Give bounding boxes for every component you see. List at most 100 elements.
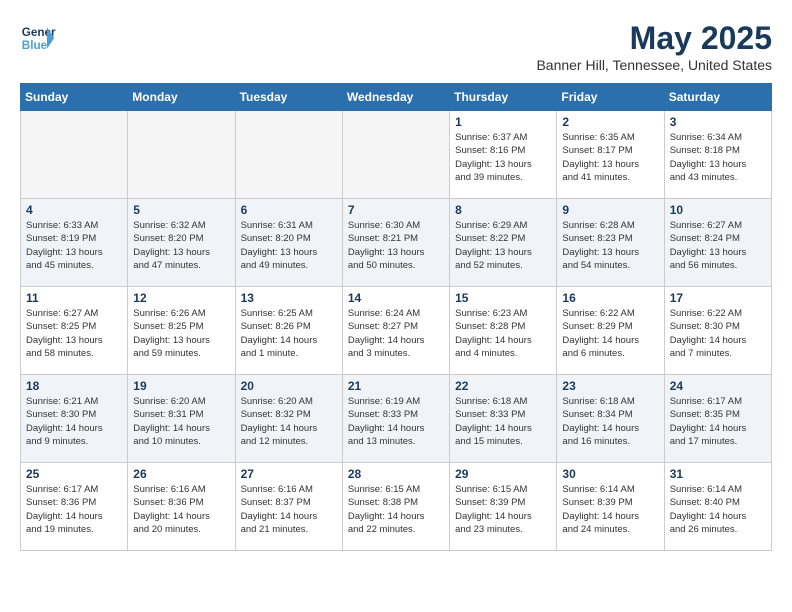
calendar-cell: 12 Sunrise: 6:26 AM Sunset: 8:25 PM Dayli… — [128, 287, 235, 375]
calendar-cell: 15 Sunrise: 6:23 AM Sunset: 8:28 PM Dayli… — [450, 287, 557, 375]
calendar-cell: 11Sunrise: 6:27 AM Sunset: 8:25 PM Dayli… — [21, 287, 128, 375]
day-number: 25 — [26, 467, 122, 481]
calendar-cell: 24 Sunrise: 6:17 AM Sunset: 8:35 PM Dayli… — [664, 375, 771, 463]
day-number: 8 — [455, 203, 551, 217]
day-number: 5 — [133, 203, 229, 217]
location-subtitle: Banner Hill, Tennessee, United States — [536, 57, 772, 73]
calendar-cell: 23 Sunrise: 6:18 AM Sunset: 8:34 PM Dayli… — [557, 375, 664, 463]
day-info: Sunrise: 6:23 AM Sunset: 8:28 PM Dayligh… — [455, 307, 551, 360]
calendar-cell: 2Sunrise: 6:35 AM Sunset: 8:17 PM Daylig… — [557, 111, 664, 199]
calendar-cell: 6 Sunrise: 6:31 AM Sunset: 8:20 PM Daylig… — [235, 199, 342, 287]
logo-icon: General Blue — [20, 20, 56, 56]
day-number: 10 — [670, 203, 766, 217]
calendar-cell: 31 Sunrise: 6:14 AM Sunset: 8:40 PM Dayli… — [664, 463, 771, 551]
day-info: Sunrise: 6:35 AM Sunset: 8:17 PM Dayligh… — [562, 131, 658, 184]
week-row-5: 25 Sunrise: 6:17 AM Sunset: 8:36 PM Dayli… — [21, 463, 772, 551]
week-row-1: 1 Sunrise: 6:37 AM Sunset: 8:16 PM Daylig… — [21, 111, 772, 199]
logo: General Blue — [20, 20, 56, 56]
day-info: Sunrise: 6:20 AM Sunset: 8:31 PM Dayligh… — [133, 395, 229, 448]
week-row-3: 11Sunrise: 6:27 AM Sunset: 8:25 PM Dayli… — [21, 287, 772, 375]
calendar-cell: 14 Sunrise: 6:24 AM Sunset: 8:27 PM Dayli… — [342, 287, 449, 375]
day-number: 12 — [133, 291, 229, 305]
weekday-wednesday: Wednesday — [342, 84, 449, 111]
day-info: Sunrise: 6:18 AM Sunset: 8:34 PM Dayligh… — [562, 395, 658, 448]
day-info: Sunrise: 6:22 AM Sunset: 8:29 PM Dayligh… — [562, 307, 658, 360]
calendar-cell — [128, 111, 235, 199]
day-number: 31 — [670, 467, 766, 481]
day-number: 6 — [241, 203, 337, 217]
day-number: 9 — [562, 203, 658, 217]
day-number: 29 — [455, 467, 551, 481]
day-number: 7 — [348, 203, 444, 217]
calendar-cell: 20Sunrise: 6:20 AM Sunset: 8:32 PM Dayli… — [235, 375, 342, 463]
month-title: May 2025 — [536, 20, 772, 57]
day-number: 23 — [562, 379, 658, 393]
day-info: Sunrise: 6:21 AM Sunset: 8:30 PM Dayligh… — [26, 395, 122, 448]
calendar-cell: 9 Sunrise: 6:28 AM Sunset: 8:23 PM Daylig… — [557, 199, 664, 287]
day-info: Sunrise: 6:19 AM Sunset: 8:33 PM Dayligh… — [348, 395, 444, 448]
calendar-cell: 13 Sunrise: 6:25 AM Sunset: 8:26 PM Dayli… — [235, 287, 342, 375]
weekday-header-row: SundayMondayTuesdayWednesdayThursdayFrid… — [21, 84, 772, 111]
calendar-cell: 29 Sunrise: 6:15 AM Sunset: 8:39 PM Dayli… — [450, 463, 557, 551]
svg-text:Blue: Blue — [22, 39, 48, 52]
calendar-cell: 27 Sunrise: 6:16 AM Sunset: 8:37 PM Dayli… — [235, 463, 342, 551]
calendar-cell: 18 Sunrise: 6:21 AM Sunset: 8:30 PM Dayli… — [21, 375, 128, 463]
day-info: Sunrise: 6:20 AM Sunset: 8:32 PM Dayligh… — [241, 395, 337, 448]
calendar-cell: 3Sunrise: 6:34 AM Sunset: 8:18 PM Daylig… — [664, 111, 771, 199]
day-info: Sunrise: 6:16 AM Sunset: 8:37 PM Dayligh… — [241, 483, 337, 536]
calendar-cell: 1 Sunrise: 6:37 AM Sunset: 8:16 PM Daylig… — [450, 111, 557, 199]
day-info: Sunrise: 6:24 AM Sunset: 8:27 PM Dayligh… — [348, 307, 444, 360]
day-info: Sunrise: 6:28 AM Sunset: 8:23 PM Dayligh… — [562, 219, 658, 272]
day-number: 14 — [348, 291, 444, 305]
day-info: Sunrise: 6:14 AM Sunset: 8:40 PM Dayligh… — [670, 483, 766, 536]
day-info: Sunrise: 6:17 AM Sunset: 8:36 PM Dayligh… — [26, 483, 122, 536]
calendar-cell: 19 Sunrise: 6:20 AM Sunset: 8:31 PM Dayli… — [128, 375, 235, 463]
day-info: Sunrise: 6:26 AM Sunset: 8:25 PM Dayligh… — [133, 307, 229, 360]
day-number: 4 — [26, 203, 122, 217]
day-info: Sunrise: 6:37 AM Sunset: 8:16 PM Dayligh… — [455, 131, 551, 184]
weekday-thursday: Thursday — [450, 84, 557, 111]
calendar-cell: 26 Sunrise: 6:16 AM Sunset: 8:36 PM Dayli… — [128, 463, 235, 551]
calendar-cell: 8 Sunrise: 6:29 AM Sunset: 8:22 PM Daylig… — [450, 199, 557, 287]
calendar-cell: 25 Sunrise: 6:17 AM Sunset: 8:36 PM Dayli… — [21, 463, 128, 551]
weekday-sunday: Sunday — [21, 84, 128, 111]
calendar-cell: 7 Sunrise: 6:30 AM Sunset: 8:21 PM Daylig… — [342, 199, 449, 287]
day-number: 27 — [241, 467, 337, 481]
day-info: Sunrise: 6:14 AM Sunset: 8:39 PM Dayligh… — [562, 483, 658, 536]
calendar-cell: 30 Sunrise: 6:14 AM Sunset: 8:39 PM Dayli… — [557, 463, 664, 551]
day-number: 18 — [26, 379, 122, 393]
calendar-body: 1 Sunrise: 6:37 AM Sunset: 8:16 PM Daylig… — [21, 111, 772, 551]
day-number: 3 — [670, 115, 766, 129]
calendar-cell — [235, 111, 342, 199]
week-row-4: 18 Sunrise: 6:21 AM Sunset: 8:30 PM Dayli… — [21, 375, 772, 463]
day-number: 19 — [133, 379, 229, 393]
day-info: Sunrise: 6:29 AM Sunset: 8:22 PM Dayligh… — [455, 219, 551, 272]
day-number: 26 — [133, 467, 229, 481]
day-number: 13 — [241, 291, 337, 305]
calendar-cell: 21Sunrise: 6:19 AM Sunset: 8:33 PM Dayli… — [342, 375, 449, 463]
calendar-cell: 17Sunrise: 6:22 AM Sunset: 8:30 PM Dayli… — [664, 287, 771, 375]
day-info: Sunrise: 6:30 AM Sunset: 8:21 PM Dayligh… — [348, 219, 444, 272]
weekday-friday: Friday — [557, 84, 664, 111]
day-info: Sunrise: 6:32 AM Sunset: 8:20 PM Dayligh… — [133, 219, 229, 272]
day-number: 28 — [348, 467, 444, 481]
day-number: 11 — [26, 291, 122, 305]
day-info: Sunrise: 6:25 AM Sunset: 8:26 PM Dayligh… — [241, 307, 337, 360]
page-header: General Blue May 2025 Banner Hill, Tenne… — [20, 20, 772, 73]
calendar-cell: 4Sunrise: 6:33 AM Sunset: 8:19 PM Daylig… — [21, 199, 128, 287]
day-info: Sunrise: 6:17 AM Sunset: 8:35 PM Dayligh… — [670, 395, 766, 448]
calendar-cell — [342, 111, 449, 199]
day-number: 15 — [455, 291, 551, 305]
calendar-cell: 22Sunrise: 6:18 AM Sunset: 8:33 PM Dayli… — [450, 375, 557, 463]
weekday-tuesday: Tuesday — [235, 84, 342, 111]
calendar-cell: 5 Sunrise: 6:32 AM Sunset: 8:20 PM Daylig… — [128, 199, 235, 287]
day-number: 24 — [670, 379, 766, 393]
calendar-cell: 16Sunrise: 6:22 AM Sunset: 8:29 PM Dayli… — [557, 287, 664, 375]
day-number: 17 — [670, 291, 766, 305]
day-number: 30 — [562, 467, 658, 481]
day-number: 1 — [455, 115, 551, 129]
weekday-monday: Monday — [128, 84, 235, 111]
day-info: Sunrise: 6:16 AM Sunset: 8:36 PM Dayligh… — [133, 483, 229, 536]
day-info: Sunrise: 6:31 AM Sunset: 8:20 PM Dayligh… — [241, 219, 337, 272]
day-info: Sunrise: 6:15 AM Sunset: 8:39 PM Dayligh… — [455, 483, 551, 536]
